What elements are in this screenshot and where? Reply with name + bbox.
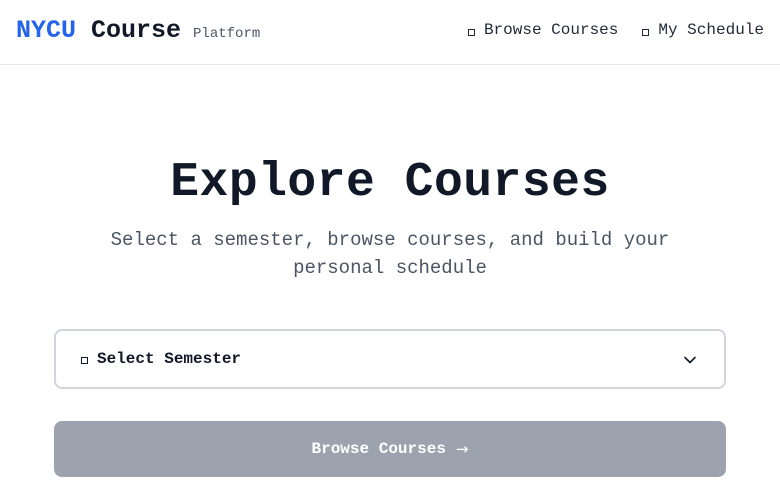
top-header: NYCU Course Platform Browse Courses My S…: [0, 0, 780, 65]
nav-browse-courses[interactable]: Browse Courses: [467, 21, 619, 39]
nav-browse-courses-label: Browse Courses: [483, 21, 619, 39]
browse-courses-button-label: Browse Courses: [311, 440, 446, 458]
brand-logo[interactable]: NYCU Course Platform: [16, 16, 260, 45]
square-icon: [642, 28, 650, 36]
square-icon: [467, 28, 475, 36]
brand-secondary-text: Course: [91, 16, 182, 45]
top-nav: Browse Courses My Schedule: [467, 21, 764, 39]
arrow-right-icon: →: [455, 440, 469, 458]
nav-my-schedule-label: My Schedule: [658, 21, 764, 39]
page-subtitle: Select a semester, browse courses, and b…: [110, 229, 670, 279]
semester-select-label: Select Semester: [97, 350, 242, 368]
page-title: Explore Courses: [170, 156, 610, 210]
browse-courses-button[interactable]: Browse Courses →: [54, 421, 726, 477]
nav-my-schedule[interactable]: My Schedule: [642, 21, 764, 39]
semester-select[interactable]: Select Semester: [54, 329, 726, 389]
square-icon: [81, 357, 88, 364]
chevron-down-icon: [684, 356, 696, 364]
brand-primary-text: NYCU: [16, 16, 77, 45]
brand-tag-text: Platform: [193, 26, 261, 42]
